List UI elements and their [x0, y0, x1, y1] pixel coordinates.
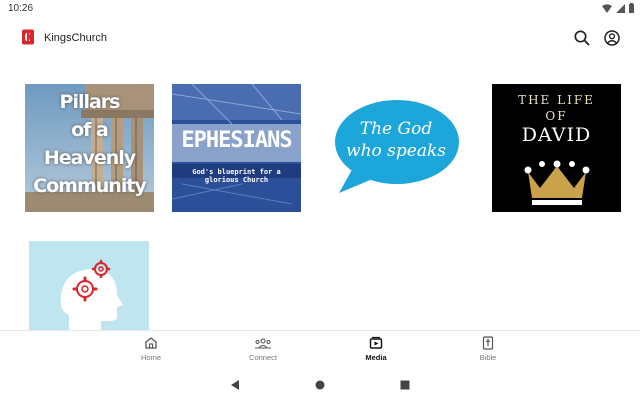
- system-back-button[interactable]: [229, 378, 243, 392]
- cover-line: Heavenly: [43, 147, 136, 169]
- status-bar: 10:26: [0, 0, 640, 18]
- bottom-navigation: Home Connect Media Bible: [0, 330, 640, 370]
- bible-icon: [482, 336, 494, 350]
- god-speaks-cover-title: The God who speaks: [339, 118, 453, 162]
- kingschurch-logo: [22, 29, 34, 45]
- cover-line: Pillars: [59, 91, 121, 113]
- crown-icon: [524, 160, 590, 205]
- media-tile-ephesians[interactable]: EPHESIANS God's blueprint for a glorious…: [172, 84, 301, 212]
- ephesians-cover-subtitle: God's blueprint for a glorious Church: [192, 168, 281, 184]
- recents-square-icon: [400, 380, 410, 390]
- account-button[interactable]: [602, 28, 622, 48]
- search-icon: [574, 30, 590, 46]
- back-triangle-icon: [231, 380, 239, 390]
- system-home-button[interactable]: [313, 378, 327, 392]
- ephesians-cover-title: EPHESIANS: [181, 128, 292, 153]
- people-icon: [255, 338, 271, 349]
- home-circle-icon: [315, 380, 325, 390]
- media-tile-god-speaks[interactable]: The God who speaks: [331, 98, 461, 196]
- app-title: KingsChurch: [44, 32, 107, 44]
- nav-item-home[interactable]: Home: [121, 336, 181, 368]
- cover-line: of a: [71, 119, 109, 141]
- cover-line: THE LIFE: [518, 93, 595, 107]
- cover-line: Community: [33, 175, 147, 197]
- search-button[interactable]: [572, 28, 592, 48]
- nav-item-bible[interactable]: Bible: [458, 336, 518, 368]
- david-cover-title: DAVID: [521, 124, 592, 146]
- media-tile-david[interactable]: THE LIFE OF DAVID: [492, 84, 621, 212]
- nav-item-connect[interactable]: Connect: [233, 336, 293, 368]
- account-icon: [604, 30, 620, 46]
- signal-icon: [616, 3, 625, 13]
- nav-label-connect: Connect: [249, 353, 277, 362]
- home-icon: [145, 337, 157, 349]
- media-tile-mind[interactable]: [29, 241, 149, 331]
- status-icons: [602, 3, 634, 13]
- nav-label-home: Home: [140, 353, 161, 362]
- nav-label-bible: Bible: [479, 353, 497, 362]
- nav-label-media: Media: [365, 353, 387, 362]
- david-cover-subtitle: THE LIFE OF: [492, 92, 621, 124]
- pillars-cover-title: Pillars of a Heavenly Community: [25, 88, 154, 200]
- cover-line: The God: [359, 119, 433, 139]
- nav-item-media[interactable]: Media: [346, 336, 406, 368]
- media-icon: [369, 336, 383, 349]
- system-recents-button[interactable]: [398, 378, 412, 392]
- cover-line: OF: [545, 109, 568, 123]
- status-time: 10:26: [8, 3, 34, 14]
- system-navigation-bar: [0, 370, 640, 400]
- head-with-gears-icon: [29, 241, 149, 331]
- media-tile-pillars[interactable]: Pillars of a Heavenly Community: [25, 84, 154, 212]
- battery-icon: [629, 3, 634, 13]
- wifi-icon: [602, 3, 612, 13]
- cover-line: who speaks: [346, 141, 446, 161]
- app-bar: KingsChurch: [0, 22, 640, 54]
